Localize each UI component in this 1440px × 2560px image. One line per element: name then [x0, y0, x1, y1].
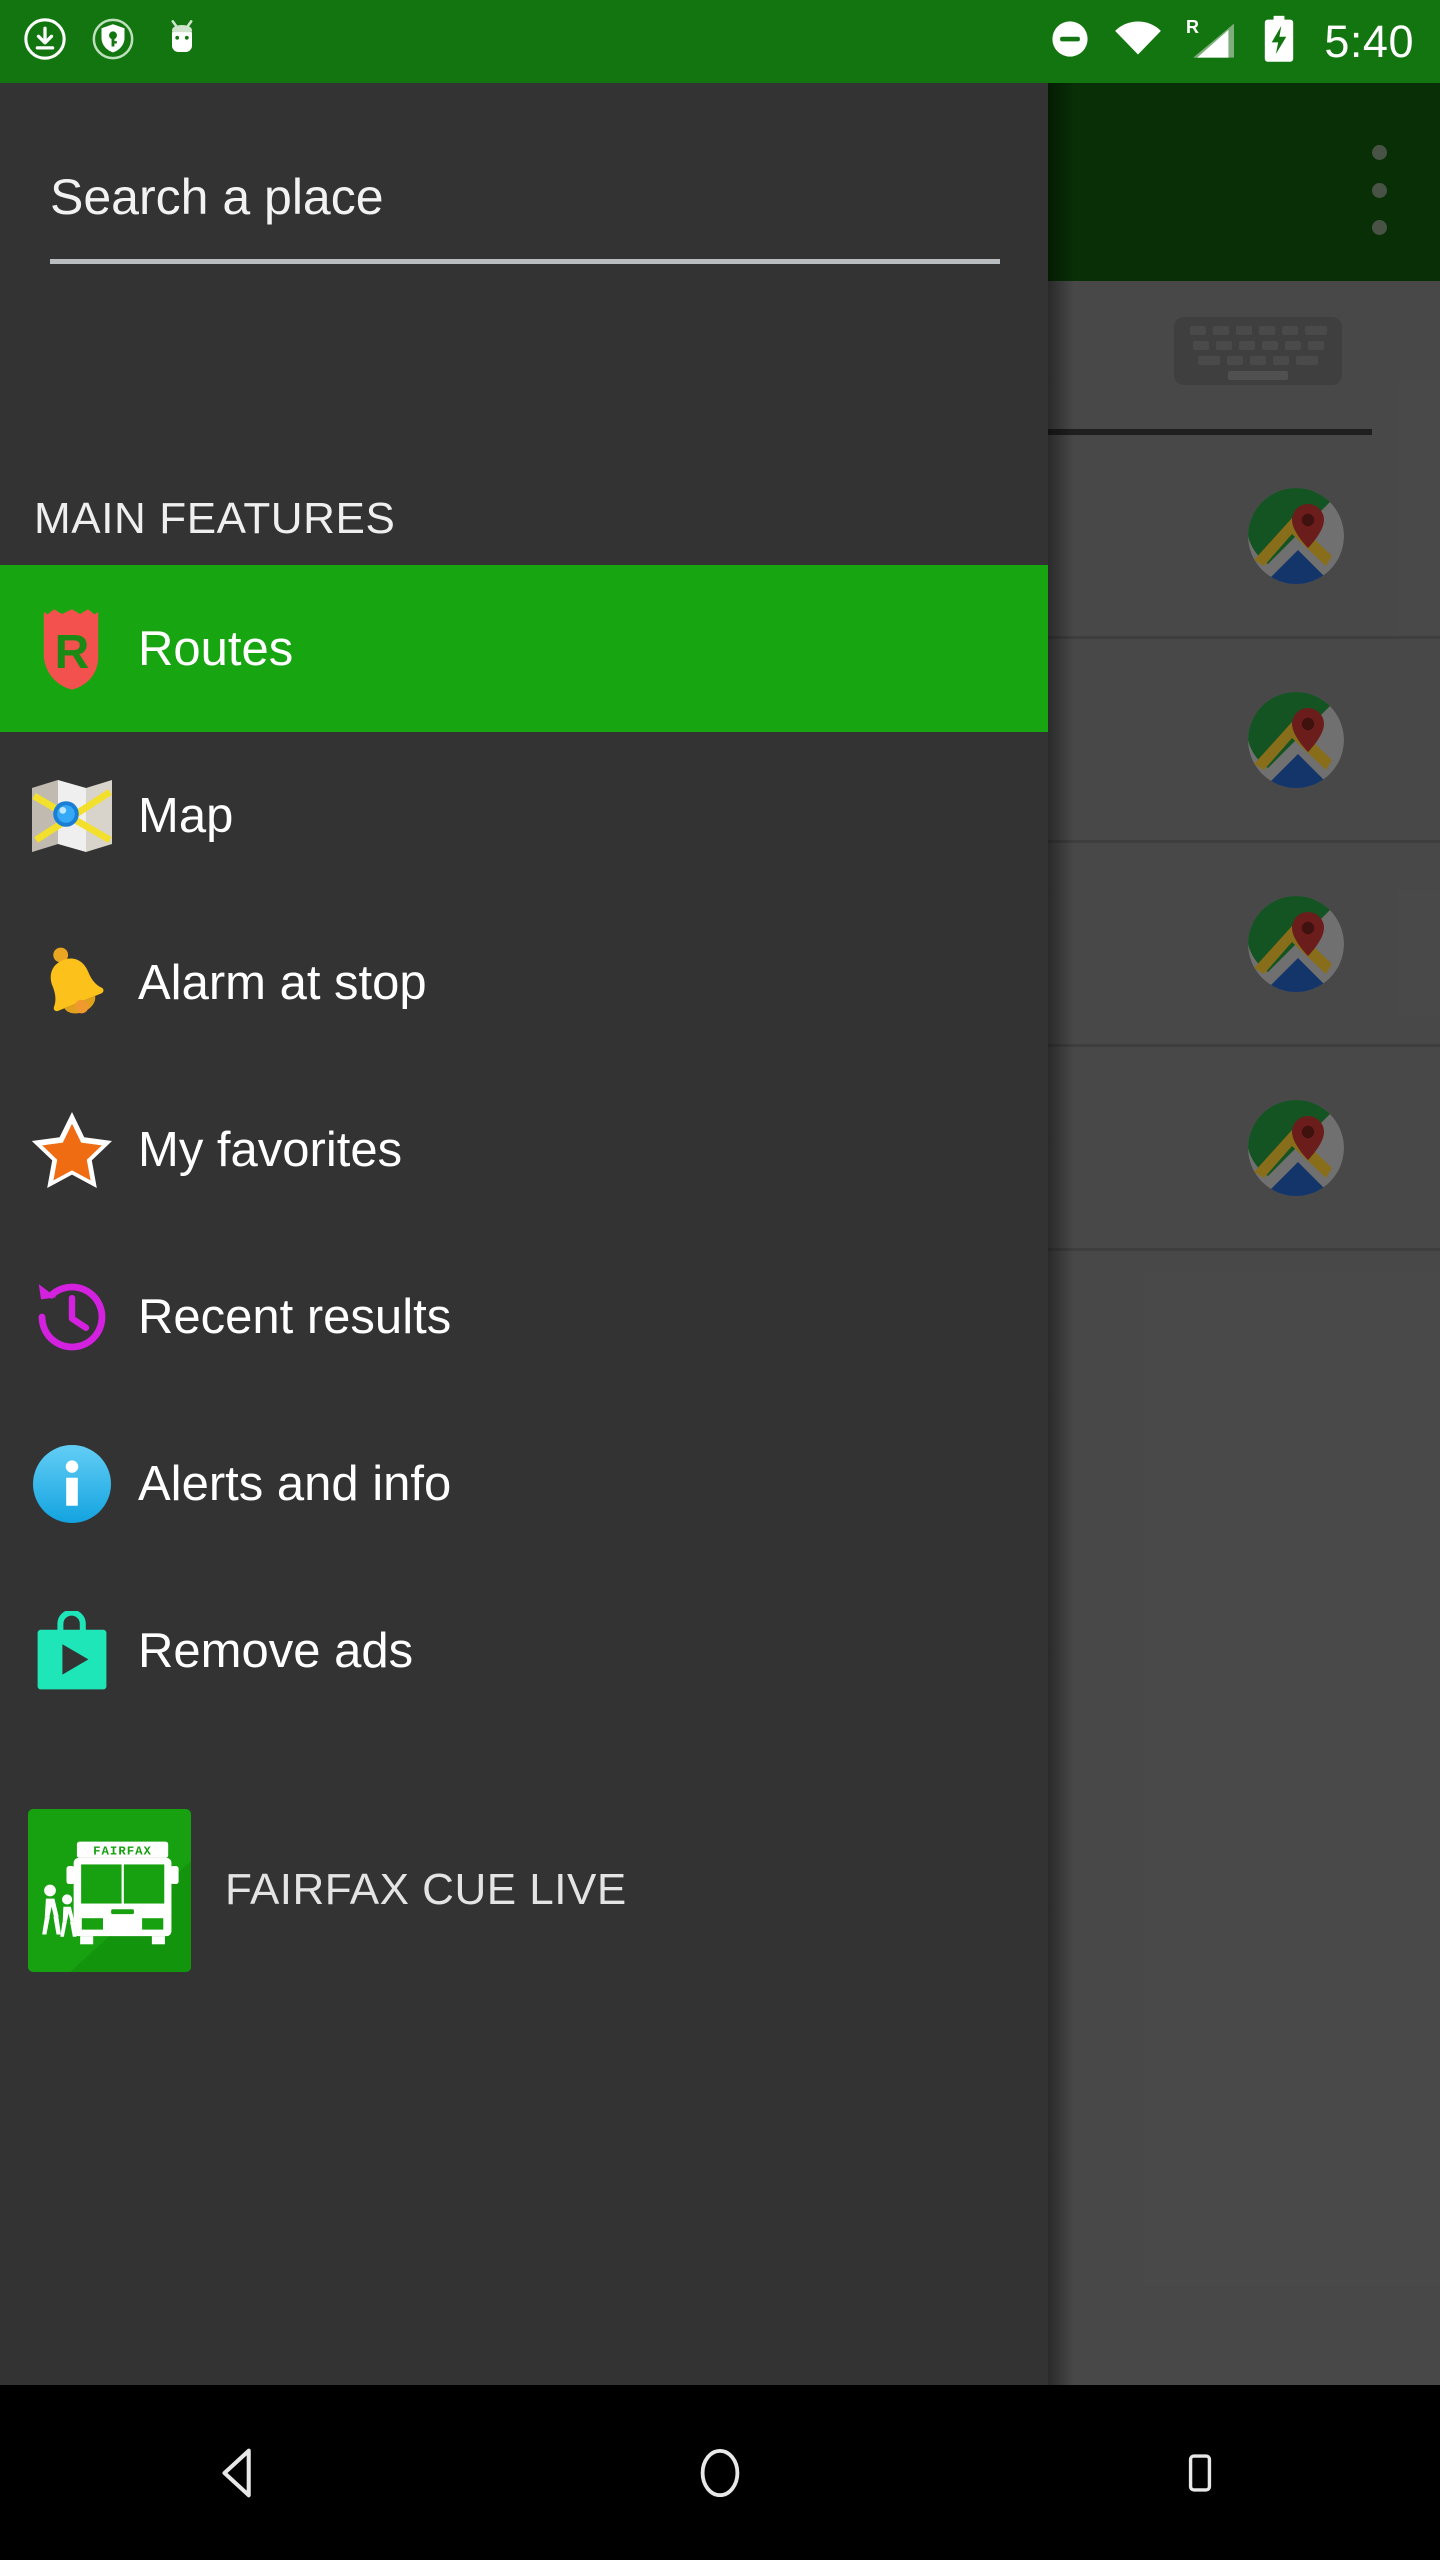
status-bar: R 5:40 — [0, 0, 1440, 83]
navigation-drawer: MAIN FEATURES R Routes — [0, 83, 1048, 2385]
search-underline — [50, 259, 1000, 264]
download-icon — [22, 16, 68, 67]
android-head-icon — [158, 15, 206, 68]
drawer-item-map[interactable]: Map — [0, 732, 1048, 899]
battery-charging-icon — [1262, 15, 1296, 68]
drawer-item-recent-results[interactable]: Recent results — [0, 1233, 1048, 1400]
status-bar-left-icons — [22, 15, 206, 68]
star-icon — [22, 1109, 122, 1191]
bell-icon — [22, 942, 122, 1024]
routes-shield-icon: R — [22, 606, 122, 692]
search-field-container — [0, 83, 1048, 283]
back-button[interactable] — [0, 2385, 480, 2560]
drawer-shadow — [1048, 83, 1074, 2385]
wifi-icon — [1114, 17, 1162, 66]
svg-text:R: R — [55, 626, 90, 679]
recents-button[interactable] — [960, 2385, 1440, 2560]
play-store-bag-icon — [22, 1610, 122, 1691]
home-button[interactable] — [480, 2385, 960, 2560]
drawer-item-remove-ads[interactable]: Remove ads — [0, 1567, 1048, 1734]
folded-map-icon — [22, 778, 122, 854]
cellular-signal-roaming-icon: R — [1184, 16, 1240, 67]
vpn-key-shield-icon — [90, 16, 136, 67]
fairfax-bus-app-icon: FAIRFAX — [28, 1808, 191, 1972]
drawer-feature-list: R Routes Map Alarm at stop My favorites … — [0, 565, 1048, 1734]
drawer-item-label: Remove ads — [138, 1623, 414, 1678]
svg-text:FAIRFAX: FAIRFAX — [93, 1844, 152, 1858]
drawer-item-label: Map — [138, 788, 234, 843]
drawer-item-label: Recent results — [138, 1289, 452, 1344]
drawer-item-alarm-at-stop[interactable]: Alarm at stop — [0, 899, 1048, 1066]
drawer-item-label: My favorites — [138, 1122, 403, 1177]
status-bar-clock: 5:40 — [1324, 16, 1414, 67]
drawer-item-routes[interactable]: R Routes — [0, 565, 1048, 732]
section-header-main-features: MAIN FEATURES — [0, 473, 1048, 565]
android-navigation-bar — [0, 2385, 1440, 2560]
info-circle-icon — [22, 1443, 122, 1525]
do-not-disturb-icon — [1048, 17, 1092, 66]
status-bar-right-icons: R 5:40 — [1048, 15, 1414, 68]
section-header-label: MAIN FEATURES — [34, 494, 396, 543]
phone-screen: R 5:40 Search a place MAIN FEATURES R Ro… — [0, 0, 1440, 2560]
drawer-brand-label: FAIRFAX CUE LIVE — [225, 1865, 627, 1914]
drawer-item-label: Alerts and info — [138, 1456, 452, 1511]
drawer-item-alerts-and-info[interactable]: Alerts and info — [0, 1400, 1048, 1567]
drawer-item-label: Alarm at stop — [138, 955, 427, 1010]
drawer-item-my-favorites[interactable]: My favorites — [0, 1066, 1048, 1233]
history-clock-icon — [22, 1275, 122, 1359]
drawer-item-fairfax-cue-live[interactable]: FAIRFAX FAIRFAX CUE LIVE — [0, 1805, 1048, 1975]
svg-text:R: R — [1186, 17, 1199, 37]
drawer-item-label: Routes — [138, 621, 294, 676]
search-input[interactable] — [50, 161, 1000, 233]
